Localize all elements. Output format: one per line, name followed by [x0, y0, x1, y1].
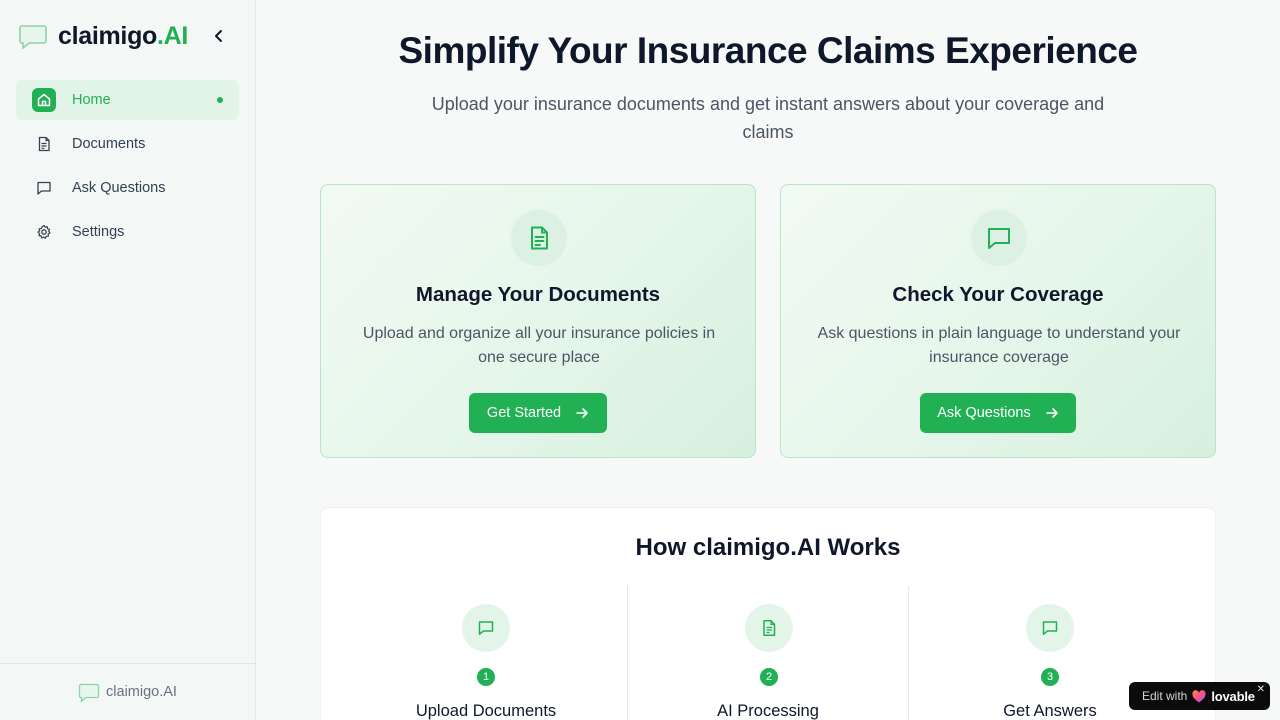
how-it-works-section: How claimigo.AI Works 1 Upload Documents…: [320, 507, 1216, 720]
sidebar-item-label: Documents: [72, 136, 146, 152]
collapse-sidebar-button[interactable]: [209, 26, 229, 46]
badge-prefix: Edit with: [1142, 689, 1188, 703]
step-number-badge: 2: [760, 668, 778, 686]
footer-brand-label: claimigo.AI: [106, 684, 177, 700]
get-started-button[interactable]: Get Started: [469, 393, 607, 433]
brand-name: claimigo.AI: [58, 21, 189, 50]
sidebar-item-label: Settings: [72, 224, 125, 240]
sidebar-footer: claimigo.AI: [0, 663, 255, 720]
heart-logo-icon: [1192, 689, 1206, 702]
card-description: Upload and organize all your insurance p…: [362, 325, 716, 366]
card-title: Check Your Coverage: [892, 283, 1104, 306]
page-subtitle: Upload your insurance documents and get …: [431, 94, 1105, 142]
ask-questions-button[interactable]: Ask Questions: [920, 393, 1076, 433]
chevron-left-icon: [215, 30, 222, 42]
sidebar: claimigo.AI Home Documents Ask Questions: [0, 0, 256, 720]
page-title: Simplify Your Insurance Claims Experienc…: [398, 30, 1138, 71]
file-text-icon: [745, 604, 793, 652]
message-square-icon: [1026, 604, 1074, 652]
sidebar-item-label: Ask Questions: [72, 180, 166, 196]
button-label: Get Started: [486, 405, 562, 421]
active-indicator-dot: [217, 97, 223, 103]
step-number-badge: 1: [477, 668, 495, 686]
step-title: Upload Documents: [415, 702, 557, 720]
edit-with-lovable-badge[interactable]: Edit with lovable ✕: [1129, 682, 1270, 710]
chat-bubble-logo-icon: [78, 683, 100, 703]
step-upload-documents: 1 Upload Documents: [345, 586, 627, 720]
chat-bubble-logo-icon: [19, 25, 47, 50]
gear-icon: [32, 220, 56, 244]
sidebar-item-home[interactable]: Home: [16, 80, 239, 120]
message-square-icon: [462, 604, 510, 652]
sidebar-item-settings[interactable]: Settings: [16, 212, 239, 252]
card-description: Ask questions in plain language to under…: [817, 325, 1181, 366]
file-text-icon: [32, 132, 56, 156]
step-title: AI Processing: [717, 702, 819, 720]
badge-brand: lovable: [1211, 688, 1255, 704]
sidebar-item-label: Home: [72, 92, 111, 108]
sidebar-item-ask-questions[interactable]: Ask Questions: [16, 168, 239, 208]
step-ai-processing: 2 AI Processing: [627, 586, 909, 720]
message-square-icon: [32, 176, 56, 200]
file-text-icon: [511, 210, 567, 266]
sidebar-nav: Home Documents Ask Questions Settings: [16, 80, 239, 256]
arrow-right-icon: [1045, 408, 1058, 418]
button-label: Ask Questions: [937, 405, 1031, 421]
step-number-badge: 3: [1041, 668, 1059, 686]
home-icon: [32, 88, 56, 112]
brand-logo[interactable]: claimigo.AI: [18, 20, 188, 52]
card-title: Manage Your Documents: [415, 283, 661, 306]
close-icon[interactable]: ✕: [1257, 684, 1265, 695]
check-coverage-card: Check Your Coverage Ask questions in pla…: [780, 184, 1216, 458]
sidebar-item-documents[interactable]: Documents: [16, 124, 239, 164]
main-content: Simplify Your Insurance Claims Experienc…: [256, 0, 1280, 720]
arrow-right-icon: [576, 408, 588, 418]
manage-documents-card: Manage Your Documents Upload and organiz…: [320, 184, 756, 458]
message-square-icon: [971, 210, 1027, 266]
section-title: How claimigo.AI Works: [635, 534, 901, 561]
